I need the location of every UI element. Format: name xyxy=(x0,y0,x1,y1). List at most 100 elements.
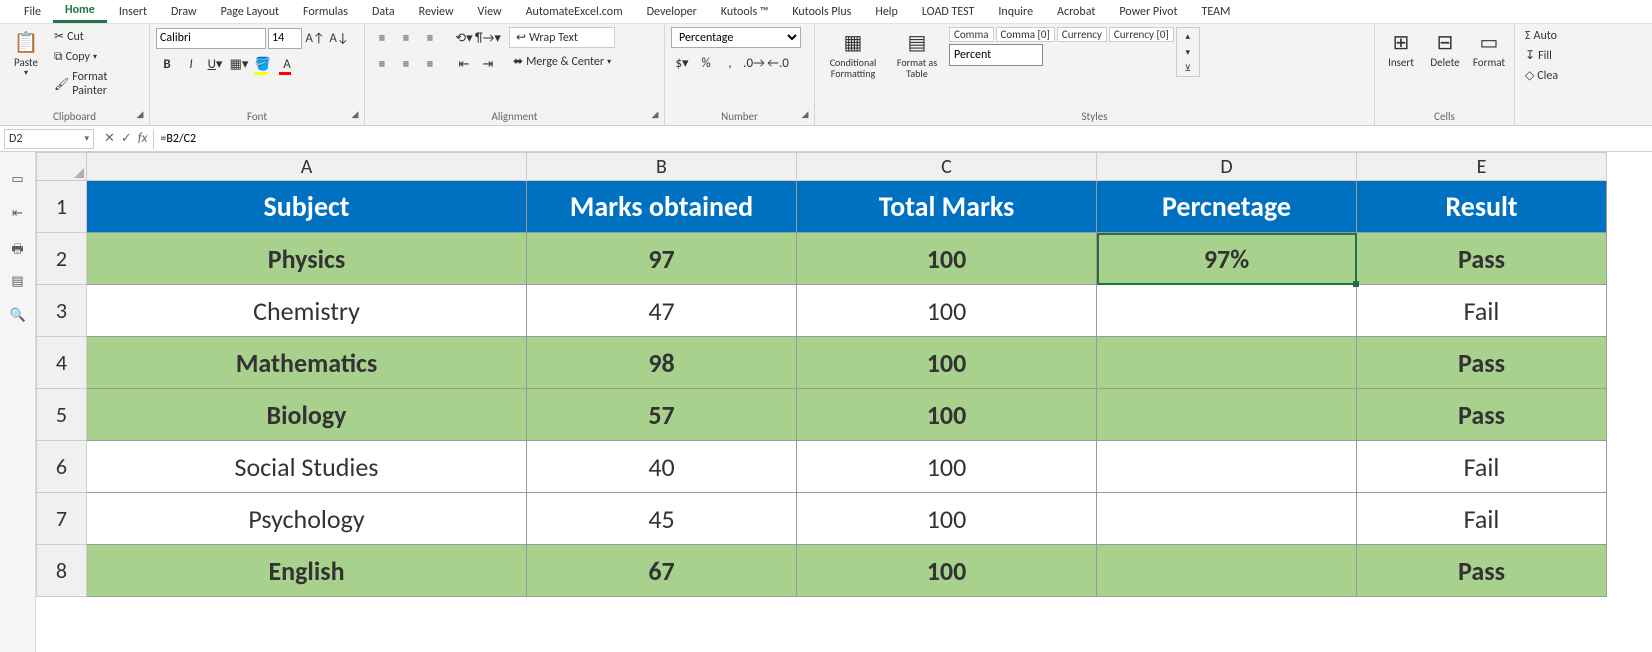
row-header-4[interactable]: 4 xyxy=(37,337,87,389)
select-all-corner[interactable] xyxy=(37,153,87,181)
header-cell[interactable]: Result xyxy=(1357,181,1607,233)
insert-button[interactable]: ⊞Insert xyxy=(1381,27,1421,71)
cell-E4[interactable]: Pass xyxy=(1357,337,1607,389)
cell-C7[interactable]: 100 xyxy=(797,493,1097,545)
cell-A5[interactable]: Biology xyxy=(87,389,527,441)
format-as-table-button[interactable]: ▤ Format as Table xyxy=(889,27,945,81)
pane-icon[interactable]: ▤ xyxy=(10,274,26,290)
align-middle-icon[interactable]: ≡ xyxy=(395,27,417,49)
cell-C4[interactable]: 100 xyxy=(797,337,1097,389)
pane-icon[interactable]: ▭ xyxy=(10,172,26,188)
cell-A7[interactable]: Psychology xyxy=(87,493,527,545)
cell-C6[interactable]: 100 xyxy=(797,441,1097,493)
cell-D5[interactable] xyxy=(1097,389,1357,441)
accounting-icon[interactable]: $▾ xyxy=(671,52,693,74)
tab-developer[interactable]: Developer xyxy=(635,2,709,22)
comma-icon[interactable]: , xyxy=(719,52,741,74)
row-header-6[interactable]: 6 xyxy=(37,441,87,493)
format-painter-button[interactable]: 🖌Format Painter xyxy=(50,68,143,100)
cell-A6[interactable]: Social Studies xyxy=(87,441,527,493)
wrap-text-button[interactable]: ↩Wrap Text xyxy=(509,27,615,48)
font-color-button[interactable]: A xyxy=(276,53,298,75)
tab-review[interactable]: Review xyxy=(407,2,466,22)
cell-A8[interactable]: English xyxy=(87,545,527,597)
style-percent-input[interactable] xyxy=(949,44,1043,66)
cell-A2[interactable]: Physics xyxy=(87,233,527,285)
formula-input[interactable] xyxy=(153,129,1652,149)
pane-icon[interactable]: 🔍 xyxy=(10,308,26,324)
tab-load-test[interactable]: LOAD TEST xyxy=(910,2,987,22)
align-center-icon[interactable]: ≡ xyxy=(395,53,417,75)
increase-font-icon[interactable]: A↑ xyxy=(304,27,326,49)
delete-button[interactable]: ⊟Delete xyxy=(1425,27,1465,71)
cell-E2[interactable]: Pass xyxy=(1357,233,1607,285)
row-header-3[interactable]: 3 xyxy=(37,285,87,337)
cell-E3[interactable]: Fail xyxy=(1357,285,1607,337)
font-name-select[interactable] xyxy=(156,28,266,49)
tab-team[interactable]: TEAM xyxy=(1190,2,1243,22)
tab-kutools-[interactable]: Kutools ™ xyxy=(709,2,781,22)
dialog-launcher-icon[interactable]: ◢ xyxy=(348,109,362,123)
tab-home[interactable]: Home xyxy=(53,0,107,23)
tab-formulas[interactable]: Formulas xyxy=(291,2,360,22)
align-bottom-icon[interactable]: ≡ xyxy=(419,27,441,49)
conditional-formatting-button[interactable]: ▦ Conditional Formatting xyxy=(821,27,885,81)
decrease-indent-icon[interactable]: ⇤ xyxy=(453,53,475,75)
enter-icon[interactable]: ✓ xyxy=(121,131,132,146)
gallery-more-icon[interactable]: ⊻ xyxy=(1177,60,1199,76)
align-right-icon[interactable]: ≡ xyxy=(419,53,441,75)
merge-center-button[interactable]: ⬌Merge & Center▾ xyxy=(509,52,615,71)
border-button[interactable]: ▦▾ xyxy=(228,53,250,75)
tab-draw[interactable]: Draw xyxy=(159,2,209,22)
format-button[interactable]: ▭Format xyxy=(1469,27,1509,71)
cell-C3[interactable]: 100 xyxy=(797,285,1097,337)
percent-icon[interactable]: % xyxy=(695,52,717,74)
tab-data[interactable]: Data xyxy=(360,2,407,22)
tab-insert[interactable]: Insert xyxy=(107,2,159,22)
cell-E6[interactable]: Fail xyxy=(1357,441,1607,493)
cell-B6[interactable]: 40 xyxy=(527,441,797,493)
col-header-C[interactable]: C xyxy=(797,153,1097,181)
gallery-down-icon[interactable]: ▾ xyxy=(1177,44,1199,60)
cell-A3[interactable]: Chemistry xyxy=(87,285,527,337)
row-header-5[interactable]: 5 xyxy=(37,389,87,441)
cell-D2[interactable]: 97% xyxy=(1097,233,1357,285)
orientation-icon[interactable]: ⟲▾ xyxy=(453,27,475,49)
align-top-icon[interactable]: ≡ xyxy=(371,27,393,49)
tab-kutools-plus[interactable]: Kutools Plus xyxy=(780,2,863,22)
header-cell[interactable]: Marks obtained xyxy=(527,181,797,233)
decrease-font-icon[interactable]: A↓ xyxy=(328,27,350,49)
col-header-B[interactable]: B xyxy=(527,153,797,181)
cell-B5[interactable]: 57 xyxy=(527,389,797,441)
cell-E7[interactable]: Fail xyxy=(1357,493,1607,545)
cell-D4[interactable] xyxy=(1097,337,1357,389)
col-header-D[interactable]: D xyxy=(1097,153,1357,181)
cell-D3[interactable] xyxy=(1097,285,1357,337)
fx-icon[interactable]: fx xyxy=(138,131,148,146)
row-header-1[interactable]: 1 xyxy=(37,181,87,233)
style-currency[interactable]: Currency xyxy=(1057,27,1107,42)
cell-B8[interactable]: 67 xyxy=(527,545,797,597)
ltr-icon[interactable]: ¶→▾ xyxy=(477,27,499,49)
cell-E8[interactable]: Pass xyxy=(1357,545,1607,597)
clear-button[interactable]: ◇Clea xyxy=(1521,66,1562,85)
cell-B2[interactable]: 97 xyxy=(527,233,797,285)
pane-icon[interactable]: ⇤ xyxy=(10,206,26,222)
header-cell[interactable]: Total Marks xyxy=(797,181,1097,233)
row-header-8[interactable]: 8 xyxy=(37,545,87,597)
header-cell[interactable]: Percnetage xyxy=(1097,181,1357,233)
tab-inquire[interactable]: Inquire xyxy=(986,2,1045,22)
cell-B4[interactable]: 98 xyxy=(527,337,797,389)
tab-automateexcel-com[interactable]: AutomateExcel.com xyxy=(514,2,635,22)
decrease-decimal-icon[interactable]: ←.0 xyxy=(767,52,789,74)
dialog-launcher-icon[interactable]: ◢ xyxy=(798,109,812,123)
tab-view[interactable]: View xyxy=(466,2,514,22)
style-comma[interactable]: Comma xyxy=(949,27,994,42)
tab-file[interactable]: File xyxy=(12,2,53,22)
cell-D6[interactable] xyxy=(1097,441,1357,493)
pane-icon[interactable]: 🖶 xyxy=(10,240,26,256)
increase-indent-icon[interactable]: ⇥ xyxy=(477,53,499,75)
cut-button[interactable]: ✂Cut xyxy=(50,27,143,46)
cell-D7[interactable] xyxy=(1097,493,1357,545)
name-box[interactable]: D2▾ xyxy=(4,129,94,149)
